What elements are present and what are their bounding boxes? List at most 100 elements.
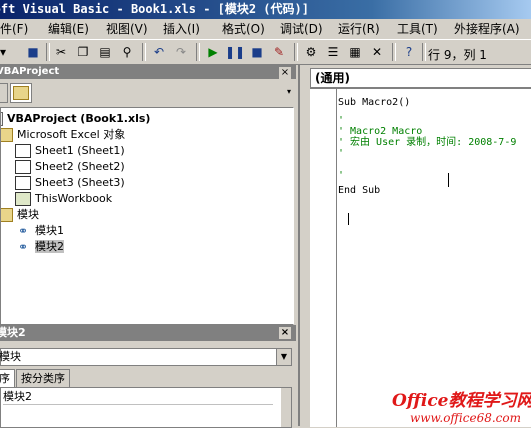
code-line: End Sub [338,185,381,196]
view-excel-icon[interactable]: ▾ [0,43,12,61]
chevron-down-icon[interactable]: ▾ [284,83,294,101]
folder-icon [13,86,29,100]
module-icon: ⚭ [17,240,29,254]
tab-categorized[interactable]: 按分类序 [16,369,70,388]
toolbar-separator [392,43,396,61]
tree-item-sheet1[interactable]: Sheet1 (Sheet1) [15,143,125,159]
pause-icon[interactable]: ❚❚ [225,43,245,61]
properties-pane: 模块2 × 模块 ▼ 序 按分类序 模块2 [0,325,296,428]
menu-insert[interactable]: 插入(I) [163,21,200,37]
object-browser-icon[interactable]: ▦ [346,43,364,61]
redo-icon[interactable]: ↷ [172,43,190,61]
watermark-logo: Office教程学习网 www.office68.com [392,386,531,425]
tree-item-sheet2[interactable]: Sheet2 (Sheet2) [15,159,125,175]
project-icon [1,112,3,126]
tree-item-module2[interactable]: ⚭ 模块2 [15,239,64,255]
object-list-select[interactable]: (通用) [310,68,531,88]
find-icon[interactable]: ⚲ [118,43,136,61]
object-select-value: 模块 [0,350,21,363]
close-icon[interactable]: × [278,66,292,80]
tree-item-label: VBAProject (Book1.xls) [7,112,151,125]
stop-icon[interactable]: ■ [248,43,266,61]
object-select[interactable]: 模块 ▼ [0,348,292,366]
project-explorer-icon[interactable]: ⚙ [302,43,320,61]
menu-format[interactable]: 格式(O) [222,21,265,37]
properties-grid: 模块2 [0,387,292,428]
tree-item-label: Sheet2 (Sheet2) [35,160,125,173]
tree-item-modules-folder[interactable]: 模块 [1,207,39,223]
run-icon[interactable]: ▶ [204,43,222,61]
vertical-scrollbar[interactable] [280,388,291,427]
chevron-down-icon[interactable]: ▼ [276,349,291,365]
menu-view[interactable]: 视图(V) [106,21,148,37]
project-toolbar: ▾ [0,79,296,107]
menu-run[interactable]: 运行(R) [338,21,380,37]
tree-item-sheet3[interactable]: Sheet3 (Sheet3) [15,175,125,191]
project-pane-title: VBAProject [0,65,296,79]
tree-item-label: Sheet1 (Sheet1) [35,144,125,157]
code-line: ' [338,148,345,159]
worksheet-icon [15,160,31,174]
window-title: rosoft Visual Basic - Book1.xls - [模块2 (… [0,2,309,16]
property-row[interactable]: 模块2 [3,390,273,405]
code-line: Sub Macro2() [338,97,411,108]
view-object-icon[interactable] [0,83,8,103]
toolbar-separator [142,43,146,61]
ibeam-cursor-icon [448,173,449,187]
tab-alphabetic[interactable]: 序 [0,369,15,388]
menu-edit[interactable]: 编辑(E) [48,21,89,37]
tree-item-label: ThisWorkbook [35,192,113,205]
object-list-value: (通用) [315,71,350,85]
text-caret [348,213,349,225]
paste-icon[interactable]: ▤ [96,43,114,61]
help-icon[interactable]: ? [400,43,418,61]
margin-indicator-bar [310,89,337,427]
menu-tools[interactable]: 工具(T) [397,21,438,37]
caret-position: 行 9，列 1 [428,48,487,62]
tree-item-excel-objects[interactable]: Microsoft Excel 对象 [1,127,126,143]
folder-open-icon [1,208,13,222]
project-explorer-pane: VBAProject × ▾ VBAProject (Book1.xls) Mi… [0,65,296,325]
undo-icon[interactable]: ↶ [150,43,168,61]
cut-icon[interactable]: ✂ [52,43,70,61]
tree-item-label: Sheet3 (Sheet3) [35,176,125,189]
tree-item-label: 模块2 [35,240,64,253]
project-pane-title-text: VBAProject [0,66,60,77]
toolbar-separator [196,43,200,61]
tree-item-label: Microsoft Excel 对象 [17,128,126,141]
worksheet-icon [15,144,31,158]
tree-item-label: 模块 [17,208,39,221]
copy-icon[interactable]: ❐ [74,43,92,61]
menu-debug[interactable]: 调试(D) [280,21,323,37]
module-icon: ⚭ [17,224,29,238]
folder-open-icon [1,128,13,142]
save-icon[interactable]: ■ [24,43,42,61]
worksheet-icon [15,176,31,190]
workbook-icon [15,192,31,206]
toolbar-separator [294,43,298,61]
code-window: (通用) Sub Macro2() ' ' Macro2 Macro ' 宏由 … [298,65,531,427]
toolbar-separator [422,43,426,61]
close-icon[interactable]: × [278,326,292,340]
watermark-brand: Office教程学习网 [392,391,531,411]
tree-item-module1[interactable]: ⚭ 模块1 [15,223,64,239]
standard-toolbar: ▾ ■ ✂ ❐ ▤ ⚲ ↶ ↷ ▶ ❚❚ ■ ✎ ⚙ ☰ ▦ ✕ ? 行 9，列… [0,40,531,65]
tree-item-thisworkbook[interactable]: ThisWorkbook [15,191,112,207]
toolbar-separator [46,43,50,61]
code-line: ' 宏由 User 录制，时间: 2008-7-9 [338,137,517,148]
property-value: 模块2 [3,390,32,403]
properties-pane-title-text: 模块2 [0,326,26,339]
toolbox-icon[interactable]: ✕ [368,43,386,61]
code-editor[interactable]: Sub Macro2() ' ' Macro2 Macro ' 宏由 User … [310,88,531,427]
design-mode-icon[interactable]: ✎ [270,43,288,61]
properties-pane-title: 模块2 × [0,325,296,341]
menu-addins[interactable]: 外接程序(A) [454,21,520,37]
project-tree: VBAProject (Book1.xls) Microsoft Excel 对… [0,107,294,325]
properties-window-icon[interactable]: ☰ [324,43,342,61]
watermark-url: www.office68.com [410,411,521,425]
window-title-bar: rosoft Visual Basic - Book1.xls - [模块2 (… [0,0,531,19]
menu-bar: 文件(F) 编辑(E) 视图(V) 插入(I) 格式(O) 调试(D) 运行(R… [0,19,531,40]
toggle-folders-icon[interactable] [10,83,32,103]
menu-file[interactable]: 文件(F) [0,21,28,37]
tree-item-vbaproject[interactable]: VBAProject (Book1.xls) [1,111,151,127]
